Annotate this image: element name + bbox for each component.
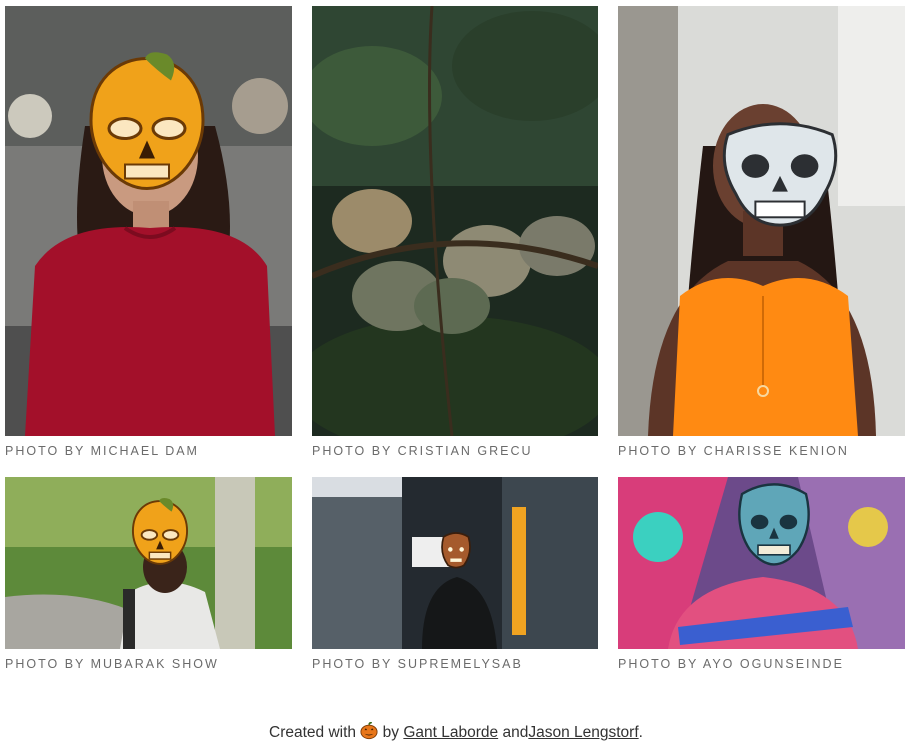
photo-image-4: [5, 477, 292, 649]
pumpkin-skull-mask-icon: [89, 52, 205, 191]
photo-caption-6: PHOTO BY AYO OGUNSEINDE: [618, 657, 844, 671]
photo-image-1: [5, 6, 292, 436]
footer-and: and: [502, 724, 529, 741]
photo-caption-5: PHOTO BY SUPREMELYSAB: [312, 657, 523, 671]
photo-card-5: PHOTO BY SUPREMELYSAB: [312, 477, 598, 677]
photo-caption-4: PHOTO BY MUBARAK SHOW: [5, 657, 219, 671]
author-link-gant[interactable]: Gant Laborde: [403, 724, 498, 741]
author-link-jason[interactable]: Jason Lengstorf: [528, 724, 638, 741]
photo-image-6: [618, 477, 905, 649]
white-skull-mask-icon: [722, 122, 838, 227]
page-footer: Created with by Gant Laborde andJason Le…: [0, 721, 912, 745]
photo-card-6: PHOTO BY AYO OGUNSEINDE: [618, 477, 905, 677]
photo-image-3: [618, 6, 905, 436]
photo-image-5: [312, 477, 598, 649]
footer-prefix: Created with: [269, 724, 357, 741]
footer-suffix: .: [638, 724, 643, 741]
photo-caption-1: PHOTO BY MICHAEL DAM: [5, 444, 199, 458]
photo-card-4: PHOTO BY MUBARAK SHOW: [5, 477, 292, 677]
pumpkin-skull-mask-icon: [131, 498, 189, 565]
photo-card-2: PHOTO BY CRISTIAN GRECU: [312, 6, 598, 461]
werewolf-mask-icon: [441, 532, 471, 569]
photo-card-3: PHOTO BY CHARISSE KENION: [618, 6, 905, 461]
jack-o-lantern-icon: [360, 721, 378, 745]
photo-caption-2: PHOTO BY CRISTIAN GRECU: [312, 444, 533, 458]
photo-image-2: [312, 6, 598, 436]
zombie-mask-icon: [738, 483, 810, 566]
photo-card-1: PHOTO BY MICHAEL DAM: [5, 6, 292, 461]
footer-by: by: [382, 724, 400, 741]
photo-caption-3: PHOTO BY CHARISSE KENION: [618, 444, 849, 458]
